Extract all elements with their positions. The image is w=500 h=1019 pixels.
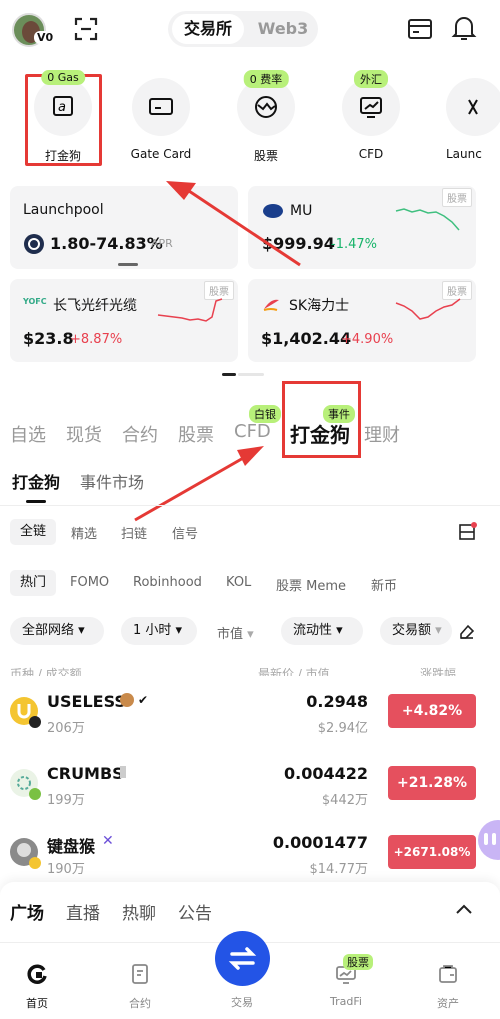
filter-robinhood[interactable]: Robinhood: [133, 575, 202, 590]
useless-token-icon: [10, 697, 41, 728]
eraser-icon[interactable]: [458, 622, 476, 640]
token-mcap: $14.77万: [309, 862, 369, 877]
token-price: 0.004422: [283, 764, 368, 783]
nav-tradfi[interactable]: 股票 TradFi: [311, 954, 381, 1008]
layout-toggle-icon[interactable]: [458, 521, 478, 541]
caret-down-icon: ▾: [336, 623, 343, 638]
crumbs-token-icon: [10, 769, 41, 800]
table-row[interactable]: CRUMBS 199万 0.004422 $442万 +21.28%: [0, 758, 500, 816]
verified-icon: ✔: [138, 693, 149, 707]
home-logo-icon: [27, 964, 47, 984]
nav-label: 首页: [26, 997, 48, 1010]
pump-badge-icon: [120, 693, 134, 707]
filter-new-coins[interactable]: 新币: [371, 575, 397, 594]
token-mcap: $442万: [321, 793, 368, 808]
network-select[interactable]: 全部网络 ▾: [10, 617, 104, 645]
futures-doc-icon: [132, 964, 148, 984]
filter-kol[interactable]: KOL: [226, 575, 251, 590]
filter-hot[interactable]: 热门: [10, 570, 57, 596]
select-label: 流动性: [293, 623, 333, 638]
tab-badge-silver: 白银: [249, 405, 281, 423]
liquidity-select[interactable]: 流动性 ▾: [281, 617, 363, 645]
monkey-token-icon: [10, 838, 41, 869]
swap-arrows-icon: [228, 947, 257, 970]
nav-home[interactable]: 首页: [2, 962, 72, 1011]
tab-announcements[interactable]: 公告: [178, 899, 212, 924]
col-right: 涨跌幅: [420, 667, 457, 676]
volume-select[interactable]: 交易额 ▾: [380, 617, 452, 645]
tab-live[interactable]: 直播: [66, 899, 100, 924]
token-name: USELESS: [47, 692, 126, 711]
token-volume: 199万: [47, 793, 85, 808]
change-badge: +2671.08%: [388, 835, 476, 869]
col-left: 币种 / 成交额: [10, 667, 82, 676]
column-header: 币种 / 成交额 最新价 / 市值 涨跌幅: [0, 663, 500, 676]
filter-signal[interactable]: 信号: [172, 523, 198, 542]
tab-watchlist[interactable]: 自选: [10, 421, 46, 447]
trade-button[interactable]: [215, 931, 270, 986]
subtab-underline: [26, 500, 46, 503]
caret-down-icon: ▾: [435, 623, 442, 638]
caret-down-icon: ▾: [175, 623, 183, 638]
nav-label: 资产: [437, 997, 459, 1010]
table-row[interactable]: 键盘猴 ✕ 190万 0.0001477 $14.77万 +2671.08%: [0, 827, 500, 885]
token-volume: 190万: [47, 862, 85, 877]
token-name: CRUMBS: [47, 764, 124, 783]
sort-label: 市值: [217, 627, 244, 642]
select-label: 交易额: [392, 623, 432, 638]
nav-label: TradFi: [330, 995, 362, 1008]
token-price: 0.2948: [306, 692, 368, 711]
sort-market-cap[interactable]: 市值 ▾: [217, 623, 254, 642]
token-name: 键盘猴: [47, 837, 96, 856]
filter-scan[interactable]: 扫链: [121, 523, 147, 542]
nav-assets[interactable]: 资产: [413, 962, 483, 1011]
filter-featured[interactable]: 精选: [71, 523, 97, 542]
divider: [0, 505, 500, 506]
tab-futures[interactable]: 合约: [122, 421, 158, 447]
caret-down-icon: ▾: [247, 627, 254, 642]
tab-square[interactable]: 广场: [10, 899, 44, 924]
select-label: 1 小时: [133, 623, 172, 638]
nav-label: 合约: [129, 997, 151, 1010]
col-mid: 最新价 / 市值: [258, 667, 330, 676]
wallet-icon: [439, 965, 457, 983]
chain-badge-icon: [120, 766, 126, 778]
change-badge: +21.28%: [388, 766, 476, 800]
tab-stocks[interactable]: 股票: [178, 421, 214, 447]
nav-tag: 股票: [343, 954, 373, 970]
timeframe-select[interactable]: 1 小时 ▾: [121, 617, 197, 645]
annotation-arrows: [134, 181, 301, 522]
filter-stock-meme[interactable]: 股票 Meme: [276, 575, 346, 594]
subtab-dajingou[interactable]: 打金狗: [12, 469, 60, 493]
tab-spot[interactable]: 现货: [66, 421, 102, 447]
tab-hot-chat[interactable]: 热聊: [122, 899, 156, 924]
filter-fomo[interactable]: FOMO: [70, 575, 109, 590]
chain-badge-icon: ✕: [102, 833, 114, 849]
change-badge: +4.82%: [388, 694, 476, 728]
caret-down-icon: ▾: [78, 623, 85, 638]
filter-all-chains[interactable]: 全链: [10, 519, 57, 545]
token-mcap: $2.94亿: [317, 721, 368, 736]
table-row[interactable]: USELESS ✔ 206万 0.2948 $2.94亿 +4.82%: [0, 684, 500, 742]
tab-dajingou[interactable]: 打金狗: [290, 419, 350, 448]
subtab-event-market[interactable]: 事件市场: [80, 469, 144, 493]
token-price: 0.0001477: [272, 833, 368, 852]
tab-cfd[interactable]: CFD: [234, 421, 271, 442]
nav-trade-label: 交易: [231, 996, 253, 1009]
select-label: 全部网络: [22, 623, 75, 638]
token-volume: 206万: [47, 721, 85, 736]
chevron-up-icon[interactable]: [454, 902, 474, 916]
nav-futures[interactable]: 合约: [105, 962, 175, 1011]
tab-earn[interactable]: 理财: [364, 421, 400, 447]
